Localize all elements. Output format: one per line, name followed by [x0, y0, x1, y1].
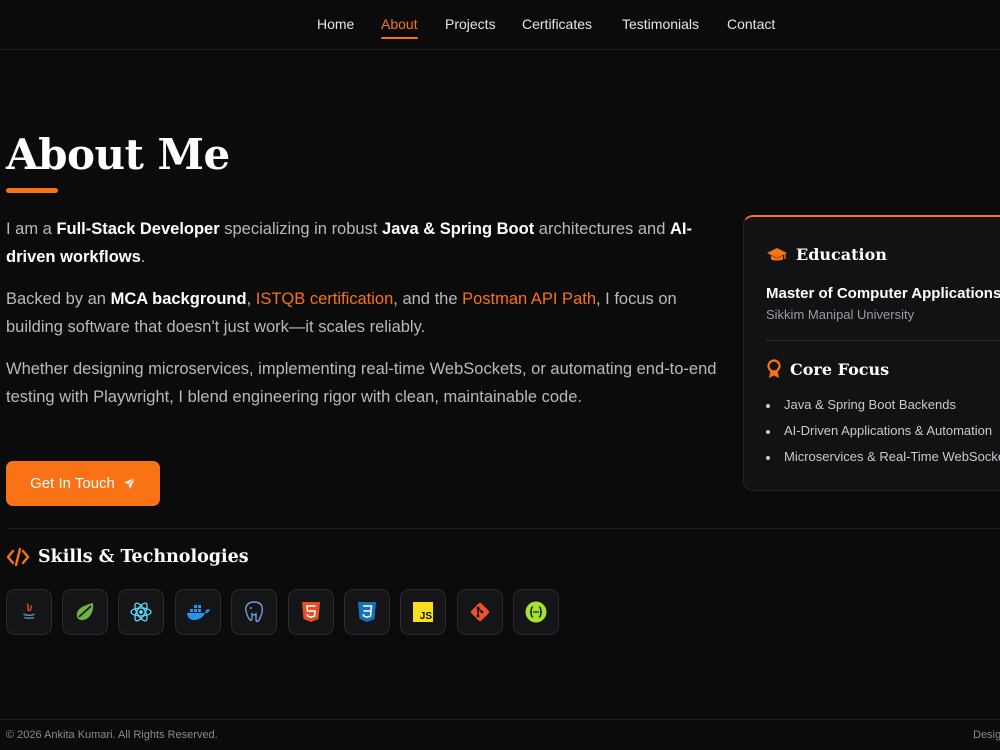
css3-icon	[358, 602, 376, 622]
approach-paragraph: Whether designing microservices, impleme…	[6, 360, 717, 406]
nav-testimonials-link[interactable]: Testimonials	[622, 16, 699, 32]
intro-text: architectures and	[534, 220, 670, 238]
postman-highlight: Postman API Path	[462, 290, 597, 308]
background-paragraph: Backed by an MCA background, ISTQB certi…	[6, 286, 726, 341]
intro-paragraph: I am a Full-Stack Developer specializing…	[6, 216, 726, 271]
skill-docker[interactable]	[175, 589, 221, 635]
postgresql-icon	[245, 601, 263, 623]
section-divider	[6, 528, 1000, 529]
skills-title: Skills & Technologies	[38, 547, 249, 567]
skills-heading: Skills & Technologies	[6, 547, 249, 567]
page-title: About Me	[6, 130, 230, 179]
get-in-touch-button[interactable]: Get In Touch	[6, 461, 160, 506]
intro-text: I am a	[6, 220, 57, 238]
paper-plane-icon	[123, 477, 136, 489]
skill-react[interactable]	[118, 589, 164, 635]
get-in-touch-label: Get In Touch	[30, 475, 115, 492]
education-focus-card: Education Master of Computer Application…	[743, 215, 1000, 491]
javascript-icon: JS	[413, 602, 433, 622]
json-icon	[525, 601, 547, 623]
top-navbar: Home About Projects Certificates Testimo…	[0, 0, 1000, 50]
nav-about-link[interactable]: About	[381, 16, 418, 39]
core-focus-title: Core Focus	[790, 359, 890, 379]
background-text: , and the	[393, 290, 463, 308]
graduation-cap-icon	[767, 247, 787, 260]
java-icon	[22, 603, 36, 619]
istqb-highlight: ISTQB certification	[255, 290, 394, 308]
react-icon	[130, 602, 152, 622]
footer: © 2026 Ankita Kumari. All Rights Reserve…	[0, 719, 1000, 750]
nav-certificates-link[interactable]: Certificates	[522, 16, 592, 32]
nav-about-label: About	[381, 16, 418, 32]
skill-postgresql[interactable]	[231, 589, 277, 635]
copyright-text: © 2026 Ankita Kumari. All Rights Reserve…	[6, 729, 218, 741]
award-icon	[767, 359, 781, 378]
card-divider	[766, 340, 1000, 341]
list-item: AI-Driven Applications & Automation	[766, 423, 1000, 449]
nav-home-link[interactable]: Home	[317, 16, 354, 32]
nav-projects-link[interactable]: Projects	[445, 16, 496, 32]
javascript-icon-text: JS	[419, 611, 432, 622]
footer-credit: Designed	[973, 729, 1000, 741]
background-text: ,	[246, 290, 256, 308]
degree-title: Master of Computer Applications	[766, 285, 1000, 302]
code-icon	[6, 547, 30, 567]
nav-contact-link[interactable]: Contact	[727, 16, 775, 32]
title-underline	[6, 188, 58, 193]
git-icon	[470, 602, 490, 622]
active-nav-underline	[381, 37, 418, 39]
university-name: Sikkim Manipal University	[766, 307, 915, 322]
intro-text: .	[140, 247, 146, 266]
education-title: Education	[796, 245, 887, 264]
core-focus-heading: Core Focus	[766, 359, 889, 379]
background-emphasis-mca: MCA background	[110, 290, 247, 308]
intro-emphasis-stack: Java & Spring Boot	[382, 220, 535, 238]
html5-icon	[302, 602, 320, 622]
skill-git[interactable]	[457, 589, 503, 635]
intro-text: specializing in robust	[219, 220, 383, 238]
list-item: Microservices & Real-Time WebSockets	[766, 449, 1000, 475]
skill-spring[interactable]	[62, 589, 108, 635]
background-text: Backed by an	[6, 290, 111, 308]
list-item: Java & Spring Boot Backends	[766, 397, 1000, 423]
skill-css3[interactable]	[344, 589, 390, 635]
skill-java[interactable]	[6, 589, 52, 635]
skill-html5[interactable]	[288, 589, 334, 635]
education-heading: Education	[766, 245, 887, 264]
intro-emphasis-role: Full-Stack Developer	[56, 220, 220, 238]
skill-javascript[interactable]: JS	[400, 589, 446, 635]
spring-icon	[76, 603, 94, 621]
core-focus-list: Java & Spring Boot Backends AI-Driven Ap…	[766, 397, 1000, 475]
docker-icon	[187, 605, 210, 620]
skill-json[interactable]	[513, 589, 559, 635]
